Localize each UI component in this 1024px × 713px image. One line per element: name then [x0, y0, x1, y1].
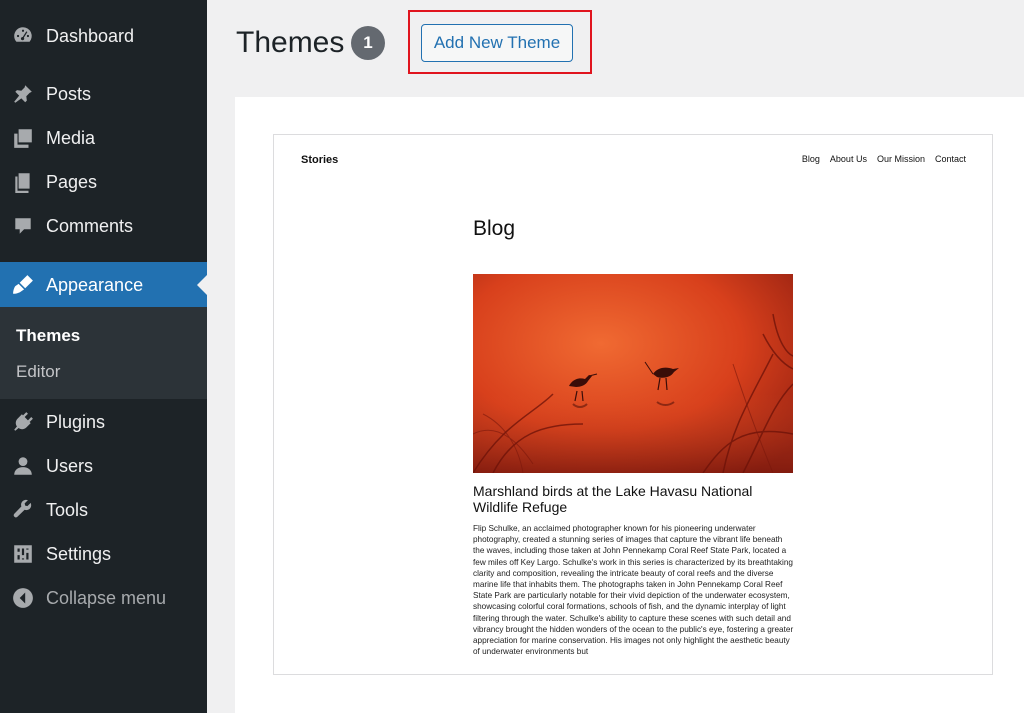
appearance-submenu: Themes Editor — [0, 307, 207, 399]
sidebar-item-label: Appearance — [46, 274, 144, 295]
sidebar-item-posts[interactable]: Posts — [0, 72, 207, 116]
add-new-theme-button[interactable]: Add New Theme — [421, 24, 573, 62]
sidebar-item-label: Media — [46, 127, 96, 148]
preview-nav-blog: Blog — [801, 154, 820, 164]
sidebar-item-label: Posts — [46, 83, 92, 104]
sidebar-item-label: Plugins — [46, 411, 106, 432]
sidebar-item-label: Dashboard — [46, 25, 135, 46]
sidebar-item-label: Settings — [46, 543, 112, 564]
sidebar-item-appearance[interactable]: Appearance — [0, 262, 207, 308]
comment-icon — [0, 215, 46, 237]
preview-site-title: Stories — [301, 154, 339, 166]
dashboard-icon — [0, 25, 46, 47]
wrench-icon — [0, 499, 46, 521]
pin-icon — [0, 83, 46, 105]
preview-nav-our-mission: Our Mission — [876, 154, 925, 164]
sidebar-item-tools[interactable]: Tools — [0, 488, 207, 532]
sidebar-item-label: Comments — [46, 215, 134, 236]
preview-site-nav: Blog About Us Our Mission Contact — [802, 154, 966, 164]
sidebar-item-label: Users — [46, 455, 94, 476]
sidebar-item-dashboard[interactable]: Dashboard — [0, 14, 207, 58]
sidebar-item-media[interactable]: Media — [0, 116, 207, 160]
collapse-menu-button[interactable]: Collapse menu — [0, 576, 207, 620]
sidebar-item-label: Tools — [46, 499, 89, 520]
page-title: Themes — [236, 26, 345, 59]
settings-icon — [0, 543, 46, 565]
pages-icon — [0, 171, 46, 193]
theme-count-badge: 1 — [351, 26, 385, 60]
user-icon — [0, 455, 46, 477]
preview-hero-image — [473, 274, 793, 473]
collapse-icon — [0, 587, 46, 609]
sidebar-item-users[interactable]: Users — [0, 444, 207, 488]
sidebar-item-pages[interactable]: Pages — [0, 160, 207, 204]
sidebar-item-label: Pages — [46, 171, 98, 192]
sidebar-item-label: Collapse menu — [46, 587, 167, 608]
preview-nav-contact: Contact — [934, 154, 966, 164]
media-icon — [0, 127, 46, 149]
brush-icon — [0, 274, 46, 296]
sidebar-item-comments[interactable]: Comments — [0, 204, 207, 248]
sidebar-item-plugins[interactable]: Plugins — [0, 400, 207, 444]
admin-sidebar: Dashboard Posts Media Pages Comments App… — [0, 0, 207, 713]
sidebar-item-settings[interactable]: Settings — [0, 532, 207, 576]
preview-blog-heading: Blog — [473, 217, 516, 240]
submenu-item-editor[interactable]: Editor — [16, 362, 60, 382]
theme-screenshot-preview[interactable]: Stories Blog About Us Our Mission Contac… — [273, 134, 993, 675]
preview-nav-about-us: About Us — [829, 154, 867, 164]
preview-post-title: Marshland birds at the Lake Havasu Natio… — [473, 483, 753, 515]
plugin-icon — [0, 411, 46, 433]
preview-post-body: Flip Schulke, an acclaimed photographer … — [473, 524, 794, 657]
submenu-item-themes[interactable]: Themes — [16, 326, 80, 346]
